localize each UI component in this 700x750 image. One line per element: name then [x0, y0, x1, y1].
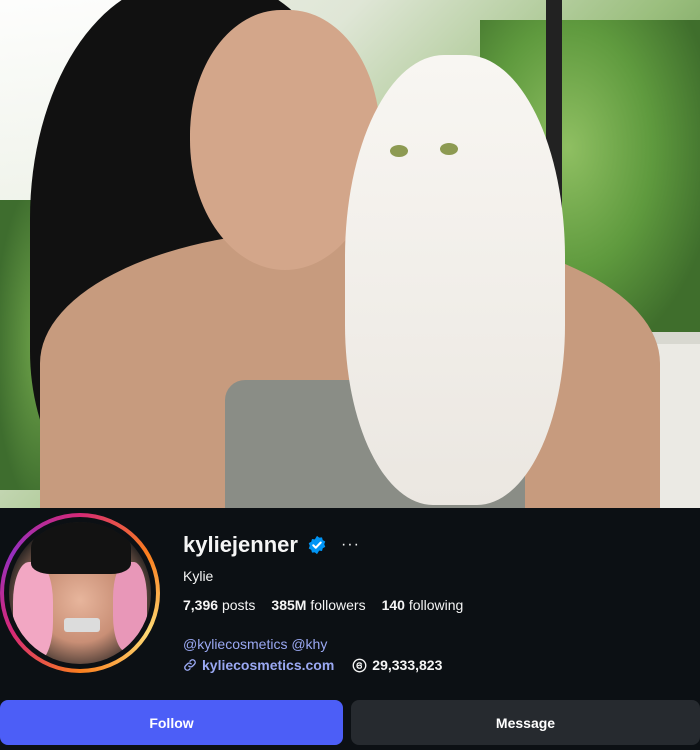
username-row: kyliejenner ···: [183, 532, 360, 558]
link-icon: [184, 659, 196, 671]
verified-badge-icon: [308, 535, 326, 555]
follow-button[interactable]: Follow: [0, 700, 343, 745]
cover-photo: [0, 0, 700, 508]
cat: [345, 55, 565, 505]
followers-stat[interactable]: 385M followers: [271, 597, 365, 613]
message-button[interactable]: Message: [351, 700, 700, 745]
posts-stat: 7,396 posts: [183, 597, 256, 613]
more-options-icon[interactable]: ···: [341, 536, 360, 554]
story-ring[interactable]: [0, 513, 160, 673]
profile-stats: 7,396 posts 385M followers 140 following: [183, 597, 479, 613]
avatar[interactable]: [9, 522, 151, 664]
following-stat[interactable]: 140 following: [382, 597, 464, 613]
full-name: Kylie: [183, 568, 214, 584]
threads-count: 29,333,823: [372, 657, 443, 673]
website-link[interactable]: kyliecosmetics.com: [202, 657, 334, 673]
threads-link[interactable]: 29,333,823: [352, 657, 442, 673]
username: kyliejenner: [183, 532, 298, 557]
links-row: kyliecosmetics.com 29,333,823: [183, 657, 442, 673]
bio-mentions[interactable]: @kyliecosmetics @khy: [183, 636, 327, 652]
threads-icon: [352, 658, 367, 672]
